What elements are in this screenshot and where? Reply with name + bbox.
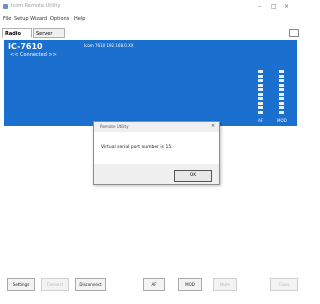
menu-options[interactable]: Options (50, 14, 69, 24)
mute-button[interactable]: Mute (213, 278, 237, 291)
tab-strip: Radio List Server List (0, 28, 301, 47)
mod-indicator-label: MOD (277, 118, 287, 123)
af-level-indicator (258, 70, 263, 115)
title-bar: Icom Remote Utility – □ × (0, 0, 301, 13)
menu-file[interactable]: File (3, 14, 11, 24)
tab-radio-list[interactable]: Radio List (2, 28, 32, 47)
bottom-toolbar: Settings Connect Disconnect AF MOD Mute … (0, 278, 301, 292)
dialog-body: Virtual serial port number is 15. (94, 132, 219, 164)
disconnect-button[interactable]: Disconnect (75, 278, 106, 291)
mod-level-indicator (279, 70, 284, 115)
connection-status: << Connected >> (10, 52, 57, 58)
connect-button[interactable]: Connect (41, 278, 69, 291)
settings-button[interactable]: Settings (7, 278, 35, 291)
mod-button[interactable]: MOD (178, 278, 202, 291)
panel-edge (289, 29, 299, 37)
minimize-button[interactable]: – (258, 0, 261, 13)
menu-help[interactable]: Help (74, 14, 85, 24)
close-button[interactable]: Close (270, 278, 298, 291)
message-dialog: Remote Utility × Virtual serial port num… (93, 121, 220, 185)
menu-bar: File Setup Wizard Options Help (0, 14, 301, 24)
dialog-close-button[interactable]: × (211, 123, 215, 129)
dialog-message: Virtual serial port number is 15. (101, 145, 173, 150)
ok-button[interactable]: OK (174, 170, 212, 182)
maximize-button[interactable]: □ (271, 0, 277, 13)
device-panel: IC-7610 << Connected >> Icom 7610 192.16… (4, 40, 297, 126)
af-button[interactable]: AF (143, 278, 165, 291)
menu-setup-wizard[interactable]: Setup Wizard (14, 14, 47, 24)
device-info-title: Icom 7610 192.168.0.XX (84, 43, 134, 48)
window-title: Icom Remote Utility (11, 3, 61, 9)
device-name: IC-7610 (8, 42, 43, 51)
dialog-title: Remote Utility (100, 124, 129, 129)
tab-server-list[interactable]: Server List (33, 28, 65, 47)
app-icon (3, 4, 8, 9)
close-window-button[interactable]: × (284, 0, 289, 13)
af-indicator-label: AF (258, 118, 264, 123)
